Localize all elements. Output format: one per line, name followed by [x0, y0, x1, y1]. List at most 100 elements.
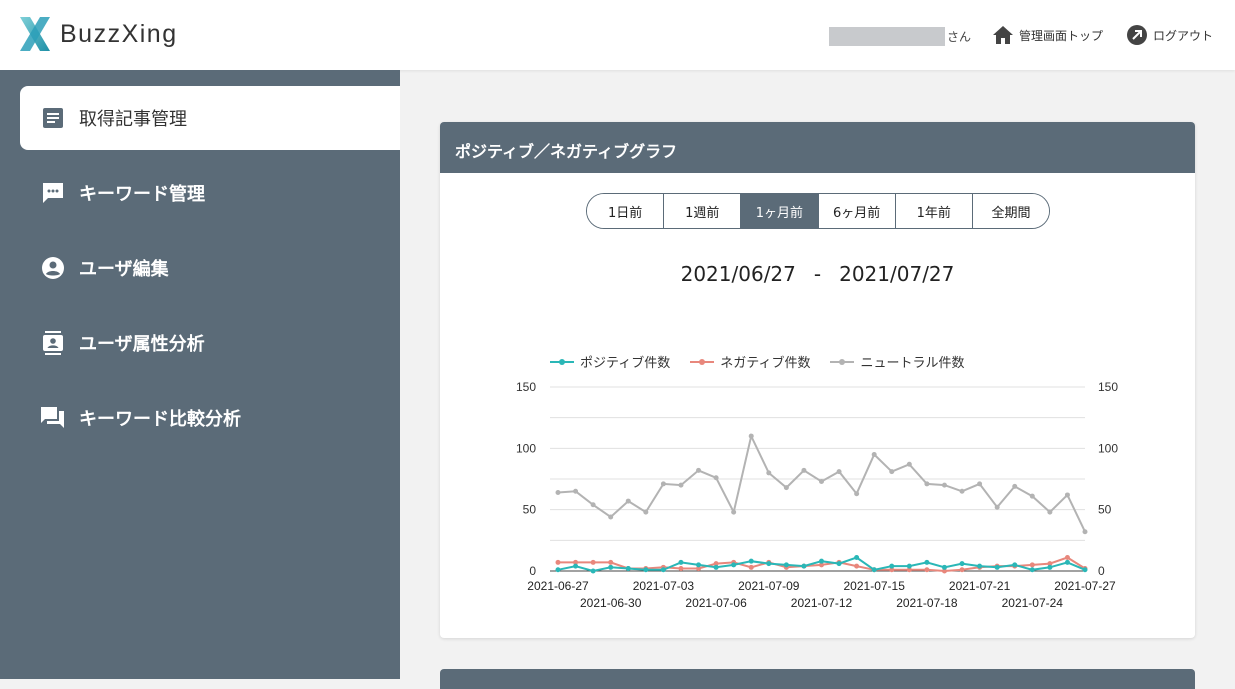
data-point: [959, 488, 965, 494]
data-point: [625, 498, 631, 504]
data-point: [1082, 529, 1088, 535]
data-point: [1029, 493, 1035, 499]
data-point: [643, 567, 649, 573]
logout-label: ログアウト: [1153, 28, 1214, 43]
x-tick-label: 2021-07-09: [738, 579, 800, 593]
sidebar-item-keyword-management[interactable]: キーワード管理: [20, 161, 400, 225]
sidebar-item-keyword-comparison[interactable]: キーワード比較分析: [20, 386, 400, 450]
data-point: [1047, 509, 1053, 515]
data-point: [941, 482, 947, 488]
range-selector: 1日前 1週前 1ヶ月前 6ヶ月前 1年前 全期間: [586, 193, 1050, 229]
data-point: [660, 567, 666, 573]
data-point: [573, 563, 579, 569]
brand-name: BuzzXing: [60, 19, 178, 48]
data-point: [819, 478, 824, 484]
data-point: [766, 561, 772, 567]
data-point: [713, 564, 719, 570]
date-to: 2021/07/27: [839, 262, 955, 286]
data-point: [748, 433, 754, 439]
data-point: [608, 514, 614, 520]
y-tick-label-right: 50: [1098, 503, 1112, 517]
data-point: [819, 558, 824, 564]
user-info: さん: [829, 26, 971, 46]
data-point: [854, 563, 860, 569]
data-point: [994, 504, 1000, 510]
x-tick-label: 2021-07-15: [844, 579, 906, 593]
user-suffix: さん: [947, 29, 972, 44]
data-point: [924, 559, 930, 565]
home-icon: [993, 26, 1013, 44]
x-tick-label: 2021-07-03: [633, 579, 695, 593]
data-point: [590, 502, 596, 508]
y-tick-label-left: 150: [516, 380, 536, 394]
user-name-redacted: [829, 26, 945, 46]
data-point: [573, 488, 579, 494]
data-point: [748, 564, 754, 570]
data-point: [766, 470, 772, 476]
next-card-header: [440, 669, 1195, 689]
date-separator: -: [813, 262, 822, 286]
data-point: [854, 491, 860, 497]
data-point: [555, 567, 561, 573]
x-tick-label: 2021-07-27: [1054, 579, 1116, 593]
top-header: BuzzXing さん 管理画面トップ ログアウト: [0, 0, 1235, 70]
sidebar-item-label: ユーザ属性分析: [79, 334, 205, 355]
x-tick-label: 2021-07-21: [949, 579, 1011, 593]
sidebar-item-user-edit[interactable]: ユーザ編集: [20, 236, 400, 300]
data-point: [696, 467, 702, 473]
logo-x-icon: [20, 17, 50, 51]
data-point: [906, 563, 912, 569]
sidebar-item-article-management[interactable]: 取得記事管理: [20, 86, 400, 150]
card-title: ポジティブ／ネガティブグラフ: [440, 122, 1195, 173]
data-point: [713, 475, 719, 481]
admin-top-link[interactable]: 管理画面トップ: [992, 23, 1103, 47]
positive-negative-graph-card: ポジティブ／ネガティブグラフ 1日前 1週前 1ヶ月前 6ヶ月前 1年前 全期間…: [440, 122, 1195, 638]
sidebar-item-label: キーワード比較分析: [79, 409, 241, 430]
sidebar-item-user-attribute-analysis[interactable]: ユーザ属性分析: [20, 311, 400, 375]
data-point: [836, 561, 842, 567]
y-tick-label-left: 100: [516, 441, 536, 455]
y-tick-label-right: 150: [1098, 380, 1118, 394]
data-point: [590, 559, 596, 565]
sidebar-item-label: 取得記事管理: [79, 109, 187, 130]
line-chart: 0 0 50 50 100 100 150 150 2021-06-27 2021-06-30 20…: [516, 380, 1118, 610]
range-button-1week[interactable]: 1週前: [664, 194, 742, 228]
data-point: [924, 481, 930, 487]
x-tick-label: 2021-07-18: [896, 596, 958, 610]
brand-logo[interactable]: BuzzXing: [18, 14, 178, 54]
data-point: [748, 558, 754, 564]
data-point: [1029, 562, 1035, 568]
data-point: [608, 564, 614, 570]
data-point: [994, 564, 1000, 570]
chat-bubble-icon: [40, 180, 66, 206]
data-point: [643, 509, 649, 515]
article-icon: [40, 105, 66, 131]
data-point: [924, 567, 930, 573]
range-button-all[interactable]: 全期間: [972, 194, 1049, 228]
account-circle-icon: [40, 255, 66, 281]
data-point: [1064, 492, 1070, 498]
range-button-1day[interactable]: 1日前: [587, 194, 665, 228]
data-point: [836, 469, 842, 475]
date-from: 2021/06/27: [680, 262, 796, 286]
data-point: [1064, 555, 1070, 561]
y-tick-label-right: 100: [1098, 441, 1118, 455]
data-point: [1012, 562, 1018, 568]
range-button-1month[interactable]: 1ヶ月前: [741, 194, 819, 228]
data-point: [977, 481, 983, 487]
forum-icon: [40, 405, 66, 431]
admin-top-label: 管理画面トップ: [1019, 28, 1104, 43]
x-tick-label: 2021-06-30: [580, 596, 642, 610]
x-tick-label: 2021-07-12: [791, 596, 853, 610]
logout-link[interactable]: ログアウト: [1126, 23, 1213, 47]
range-button-6months[interactable]: 6ヶ月前: [818, 194, 896, 228]
sidebar-item-label: ユーザ編集: [79, 259, 169, 280]
data-point: [590, 568, 596, 574]
data-point: [889, 469, 895, 475]
data-point: [959, 561, 965, 567]
data-point: [1082, 567, 1088, 573]
data-point: [906, 461, 912, 467]
data-point: [1064, 559, 1070, 565]
sidebar-nav: 取得記事管理 キーワード管理 ユーザ編集 ユーザ属性分析 キーワード比較分析: [0, 70, 400, 679]
range-button-1year[interactable]: 1年前: [895, 194, 973, 228]
